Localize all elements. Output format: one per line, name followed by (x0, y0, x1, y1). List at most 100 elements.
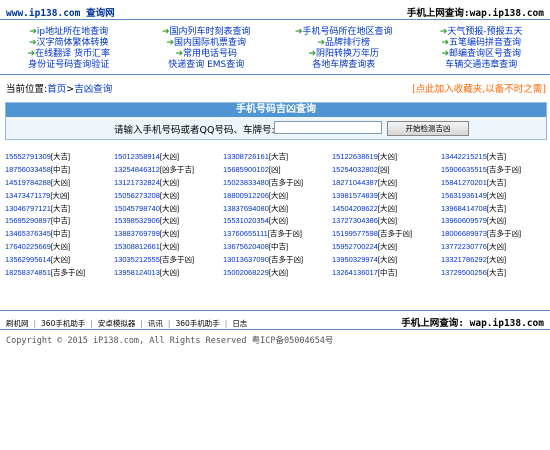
phone-number-link[interactable]: 13321786292 (441, 255, 487, 264)
result-item[interactable]: 13727304386[大凶] (332, 215, 441, 228)
phone-number-link[interactable]: 15012358914 (114, 152, 160, 161)
result-item[interactable]: 15631936149[大凶] (441, 190, 550, 203)
result-item[interactable]: 15685900102[凶] (223, 164, 332, 177)
phone-number-link[interactable]: 15308812661 (114, 242, 160, 251)
result-item[interactable]: 13442215215[大吉] (441, 151, 550, 164)
phone-number-link[interactable]: 13035212555 (114, 255, 160, 264)
nav-link[interactable]: ➔在线翻译 货币汇率 (0, 49, 138, 60)
result-item[interactable]: 15841270201[大吉] (441, 177, 550, 190)
phone-number-link[interactable]: 13675620408 (223, 242, 269, 251)
result-item[interactable]: 15695290897[中吉] (5, 215, 114, 228)
phone-number-link[interactable]: 14519784288 (5, 178, 51, 187)
phone-number-link[interactable]: 15841270201 (441, 178, 487, 187)
phone-number-link[interactable]: 13883769799 (114, 229, 160, 238)
result-item[interactable]: 13473471179[大凶] (5, 190, 114, 203)
phone-number-link[interactable]: 13958124013 (114, 268, 160, 277)
result-item[interactable]: 18006689973[吉多于凶] (441, 228, 550, 241)
phone-number-link[interactable]: 13960609579 (441, 216, 487, 225)
result-item[interactable]: 14519784288[大凶] (5, 177, 114, 190)
result-item[interactable]: 18271044387[大凶] (332, 177, 441, 190)
result-item[interactable]: 13760655111[吉多于凶] (223, 228, 332, 241)
phone-number-link[interactable]: 13729500256 (441, 268, 487, 277)
phone-number-link[interactable]: 15906635515 (441, 165, 487, 174)
nav-link[interactable]: 快递查询 EMS查询 (138, 60, 276, 71)
nav-link[interactable]: ➔国内列车时刻表查询 (138, 27, 276, 38)
nav-link[interactable]: ➔邮编查询区号查询 (413, 49, 550, 60)
result-item[interactable]: 15002068229[大凶] (223, 267, 332, 280)
phone-number-link[interactable]: 15002068229 (223, 268, 269, 277)
nav-link[interactable]: ➔阴阳转换万年历 (275, 49, 413, 60)
phone-number-link[interactable]: 18800912206 (223, 191, 269, 200)
breadcrumb-current[interactable]: 吉凶查询 (74, 84, 112, 95)
nav-link[interactable]: ➔天气预报-预报五天 (413, 27, 550, 38)
footer-link[interactable]: 360手机助手 (41, 319, 85, 328)
footer-link[interactable]: 日志 (232, 319, 247, 328)
nav-link[interactable]: ➔汉字简体繁体转换 (0, 38, 138, 49)
result-item[interactable]: 13308726161[大吉] (223, 151, 332, 164)
phone-number-link[interactable]: 17640225669 (5, 242, 51, 251)
result-item[interactable]: 13046797121[大吉] (5, 203, 114, 216)
phone-number-link[interactable]: 15531020354 (223, 216, 269, 225)
phone-number-link[interactable]: 18258374851 (5, 268, 51, 277)
nav-link[interactable]: ➔国内国际机票查询 (138, 38, 276, 49)
result-item[interactable]: 18800912206[大凶] (223, 190, 332, 203)
phone-number-link[interactable]: 13013637090 (223, 255, 269, 264)
result-item[interactable]: 18258374851[吉多于凶] (5, 267, 114, 280)
result-item[interactable]: 13562995614[大凶] (5, 254, 114, 267)
result-item[interactable]: 15398532906[大凶] (114, 215, 223, 228)
result-item[interactable]: 15952700224[大凶] (332, 241, 441, 254)
add-favorite-link[interactable]: [点此加入收藏夹,以备不时之需] (412, 81, 546, 95)
result-item[interactable]: 13254846312[凶多于吉] (114, 164, 223, 177)
footer-link[interactable]: 安卓模拟器 (98, 319, 136, 328)
phone-number-link[interactable]: 15952700224 (332, 242, 378, 251)
result-item[interactable]: 15308812661[大凶] (114, 241, 223, 254)
result-item[interactable]: 13837694080[大凶] (223, 203, 332, 216)
phone-number-link[interactable]: 13308726161 (223, 152, 269, 161)
result-item[interactable]: 13981574839[大凶] (332, 190, 441, 203)
phone-number-link[interactable]: 15695290897 (5, 216, 51, 225)
result-item[interactable]: 13321786292[大凶] (441, 254, 550, 267)
result-item[interactable]: 13121732824[大凶] (114, 177, 223, 190)
result-item[interactable]: 18756033458[中吉] (5, 164, 114, 177)
start-check-button[interactable]: 开始检测吉凶 (387, 121, 469, 136)
phone-number-link[interactable]: 15045798740 (114, 204, 160, 213)
result-item[interactable]: 13883769799[大凶] (114, 228, 223, 241)
footer-link[interactable]: 讯讯 (148, 319, 163, 328)
phone-number-link[interactable]: 14504208622 (332, 204, 378, 213)
phone-number-link[interactable]: 13950329974 (332, 255, 378, 264)
phone-number-link[interactable]: 13121732824 (114, 178, 160, 187)
nav-link[interactable]: ➔品牌排行榜 (275, 38, 413, 49)
nav-link[interactable]: ➔五笔编码拼音查询 (413, 38, 550, 49)
phone-number-link[interactable]: 13264136017 (332, 268, 378, 277)
phone-number-link[interactable]: 13254846312 (114, 165, 160, 174)
result-item[interactable]: 15906635515[吉多于凶] (441, 164, 550, 177)
nav-link[interactable]: ➔手机号码所在地区查询 (275, 27, 413, 38)
phone-number-link[interactable]: 13562995614 (5, 255, 51, 264)
footer-link[interactable]: 刷机网 (6, 319, 29, 328)
phone-number-link[interactable]: 15552791309 (5, 152, 51, 161)
result-item[interactable]: 13772230776[大凶] (441, 241, 550, 254)
phone-number-link[interactable]: 18271044387 (332, 178, 378, 187)
result-item[interactable]: 17640225669[大凶] (5, 241, 114, 254)
result-item[interactable]: 13729500256[大吉] (441, 267, 550, 280)
result-item[interactable]: 13465376345[中吉] (5, 228, 114, 241)
result-item[interactable]: 13013637090[吉多于凶] (223, 254, 332, 267)
footer-link[interactable]: 360手机助手 (175, 319, 219, 328)
breadcrumb-home-link[interactable]: 首页 (47, 84, 66, 95)
phone-number-link[interactable]: 15254032802 (332, 165, 378, 174)
phone-number-link[interactable]: 15199577598 (332, 229, 378, 238)
result-item[interactable]: 15023833480[吉多于凶] (223, 177, 332, 190)
result-item[interactable]: 13264136017[中吉] (332, 267, 441, 280)
phone-number-link[interactable]: 18006689973 (441, 229, 487, 238)
phone-number-link[interactable]: 13760655111 (223, 229, 268, 238)
nav-link[interactable]: ➔ip地址所在地查询 (0, 27, 138, 38)
phone-number-link[interactable]: 15631936149 (441, 191, 487, 200)
result-item[interactable]: 15199577598[吉多于凶] (332, 228, 441, 241)
phone-number-link[interactable]: 13968414708 (441, 204, 487, 213)
phone-number-link[interactable]: 15122638619 (332, 152, 378, 161)
result-item[interactable]: 15254032802[凶] (332, 164, 441, 177)
site-title[interactable]: www.ip138.com 查询网 (6, 5, 115, 19)
result-item[interactable]: 13958124013[大凶] (114, 267, 223, 280)
result-item[interactable]: 14504208622[大凶] (332, 203, 441, 216)
phone-number-link[interactable]: 13465376345 (5, 229, 51, 238)
